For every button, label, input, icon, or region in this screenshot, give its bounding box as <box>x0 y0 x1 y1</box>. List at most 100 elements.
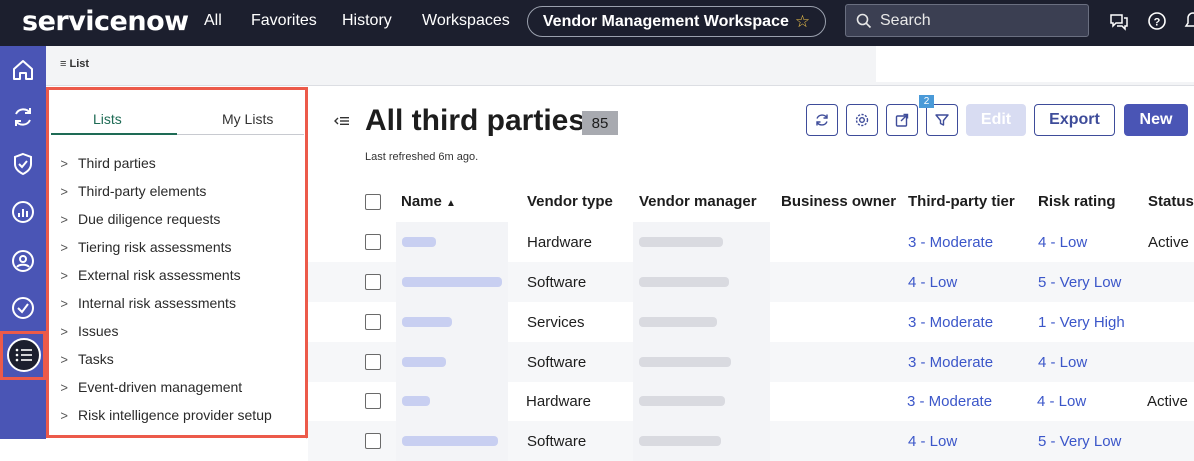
column-header-risk-rating[interactable]: Risk rating <box>1038 193 1116 210</box>
chat-icon[interactable] <box>1108 10 1130 32</box>
workspace-pill[interactable]: Vendor Management Workspace ☆ <box>527 6 826 37</box>
redacted-name-link[interactable] <box>402 396 430 406</box>
risk-cell[interactable]: 4 - Low <box>1038 354 1087 371</box>
share-icon <box>895 113 909 127</box>
tier-cell[interactable]: 4 - Low <box>908 433 957 450</box>
redacted-manager <box>639 237 723 247</box>
redacted-name-link[interactable] <box>402 237 436 247</box>
notifications-icon[interactable] <box>1182 10 1194 32</box>
redacted-name-link[interactable] <box>402 317 452 327</box>
filter-count-badge: 2 <box>919 95 934 108</box>
row-checkbox[interactable] <box>365 274 381 290</box>
tier-cell[interactable]: 3 - Moderate <box>908 234 993 251</box>
new-button[interactable]: New <box>1124 104 1188 136</box>
status-cell: Active <box>1148 234 1189 251</box>
nav-link-workspaces[interactable]: Workspaces <box>422 12 510 30</box>
refresh-icon <box>816 114 828 126</box>
check-circle-icon[interactable] <box>9 294 37 322</box>
name-cell-redacted <box>396 421 508 461</box>
row-checkbox[interactable] <box>365 393 381 409</box>
column-header-name-label: Name <box>401 193 442 210</box>
redacted-name-link[interactable] <box>402 277 502 287</box>
tab-bar-blank-area <box>876 46 1194 82</box>
workspace-name: Vendor Management Workspace <box>542 12 789 30</box>
select-all-checkbox[interactable] <box>365 194 381 210</box>
risk-cell[interactable]: 1 - Very High <box>1038 314 1125 331</box>
global-search-input[interactable]: Search <box>845 4 1089 37</box>
search-icon <box>856 13 872 28</box>
redacted-manager <box>639 317 717 327</box>
column-header-vendor-type[interactable]: Vendor type <box>527 193 613 210</box>
tab-list-label: List <box>69 58 90 70</box>
vendor-type-cell: Services <box>527 314 585 331</box>
column-header-name[interactable]: Name ▲ <box>401 193 456 210</box>
svg-text:?: ? <box>1154 17 1161 29</box>
star-icon[interactable]: ☆ <box>795 12 810 32</box>
refresh-cycle-icon[interactable] <box>9 103 37 131</box>
filter-icon <box>935 114 949 126</box>
vendor-type-cell: Hardware <box>526 393 592 410</box>
row-checkbox[interactable] <box>365 354 381 370</box>
column-header-status[interactable]: Status <box>1148 193 1194 210</box>
row-checkbox[interactable] <box>365 234 381 250</box>
share-button[interactable] <box>886 104 918 136</box>
redacted-name-link[interactable] <box>402 436 498 446</box>
risk-cell[interactable]: 4 - Low <box>1037 393 1086 410</box>
table-row[interactable]: Software 4 - Low 5 - Very Low <box>308 421 1194 461</box>
edit-button[interactable]: Edit <box>966 104 1026 136</box>
analytics-icon[interactable] <box>9 198 37 226</box>
tier-cell[interactable]: 3 - Moderate <box>908 314 993 331</box>
servicenow-logo[interactable]: servicenow <box>22 6 189 37</box>
rail-lists-button-highlighted[interactable] <box>0 331 46 380</box>
sort-ascending-icon: ▲ <box>446 198 456 209</box>
name-cell-redacted <box>396 381 508 421</box>
risk-cell[interactable]: 5 - Very Low <box>1038 274 1121 291</box>
table-row[interactable]: Hardware 3 - Moderate 4 - Low Active <box>308 381 1194 421</box>
last-refreshed-text: Last refreshed 6m ago. <box>365 151 479 163</box>
table-row[interactable]: Hardware 3 - Moderate 4 - Low Active <box>308 222 1194 262</box>
vendor-type-cell: Software <box>527 433 587 450</box>
refresh-button[interactable] <box>806 104 838 136</box>
vendor-manager-cell-redacted <box>633 342 770 382</box>
tier-cell[interactable]: 3 - Moderate <box>908 354 993 371</box>
vendor-type-cell: Software <box>527 354 587 371</box>
home-icon[interactable] <box>9 56 37 84</box>
export-button[interactable]: Export <box>1034 104 1115 136</box>
name-cell-redacted <box>396 342 508 382</box>
table-row[interactable]: Software 4 - Low 5 - Very Low <box>308 262 1194 302</box>
list-settings-button[interactable] <box>846 104 878 136</box>
redacted-name-link[interactable] <box>402 357 446 367</box>
app-rail <box>0 46 46 439</box>
search-placeholder: Search <box>880 11 931 29</box>
name-cell-redacted <box>396 222 508 262</box>
column-header-third-party-tier[interactable]: Third-party tier <box>908 193 1015 210</box>
top-navigation-bar: servicenow All Favorites History Workspa… <box>0 0 1194 46</box>
page-title: All third parties <box>365 104 586 137</box>
nav-link-all[interactable]: All <box>204 12 222 30</box>
tab-list[interactable]: ≡ List <box>60 58 89 70</box>
risk-cell[interactable]: 4 - Low <box>1038 234 1087 251</box>
nav-link-history[interactable]: History <box>342 12 392 30</box>
vendor-manager-cell-redacted <box>633 421 770 461</box>
vendor-support-icon[interactable] <box>9 247 37 275</box>
shield-check-icon[interactable] <box>9 150 37 178</box>
lists-panel-highlight <box>46 87 308 438</box>
collapse-panel-icon[interactable] <box>334 114 350 128</box>
table-row[interactable]: Software 3 - Moderate 4 - Low <box>308 342 1194 382</box>
row-checkbox[interactable] <box>365 314 381 330</box>
table-row[interactable]: Services 3 - Moderate 1 - Very High <box>308 302 1194 342</box>
help-icon[interactable]: ? <box>1146 10 1168 32</box>
row-checkbox[interactable] <box>365 433 381 449</box>
gear-icon <box>855 113 869 127</box>
risk-cell[interactable]: 5 - Very Low <box>1038 433 1121 450</box>
column-header-vendor-manager[interactable]: Vendor manager <box>639 193 757 210</box>
name-cell-redacted <box>396 302 508 342</box>
redacted-manager <box>639 396 725 406</box>
redacted-manager <box>639 357 731 367</box>
tier-cell[interactable]: 3 - Moderate <box>907 393 992 410</box>
tier-cell[interactable]: 4 - Low <box>908 274 957 291</box>
column-header-business-owner[interactable]: Business owner <box>781 193 896 210</box>
filter-button[interactable] <box>926 104 958 136</box>
redacted-manager <box>639 436 721 446</box>
nav-link-favorites[interactable]: Favorites <box>251 12 317 30</box>
